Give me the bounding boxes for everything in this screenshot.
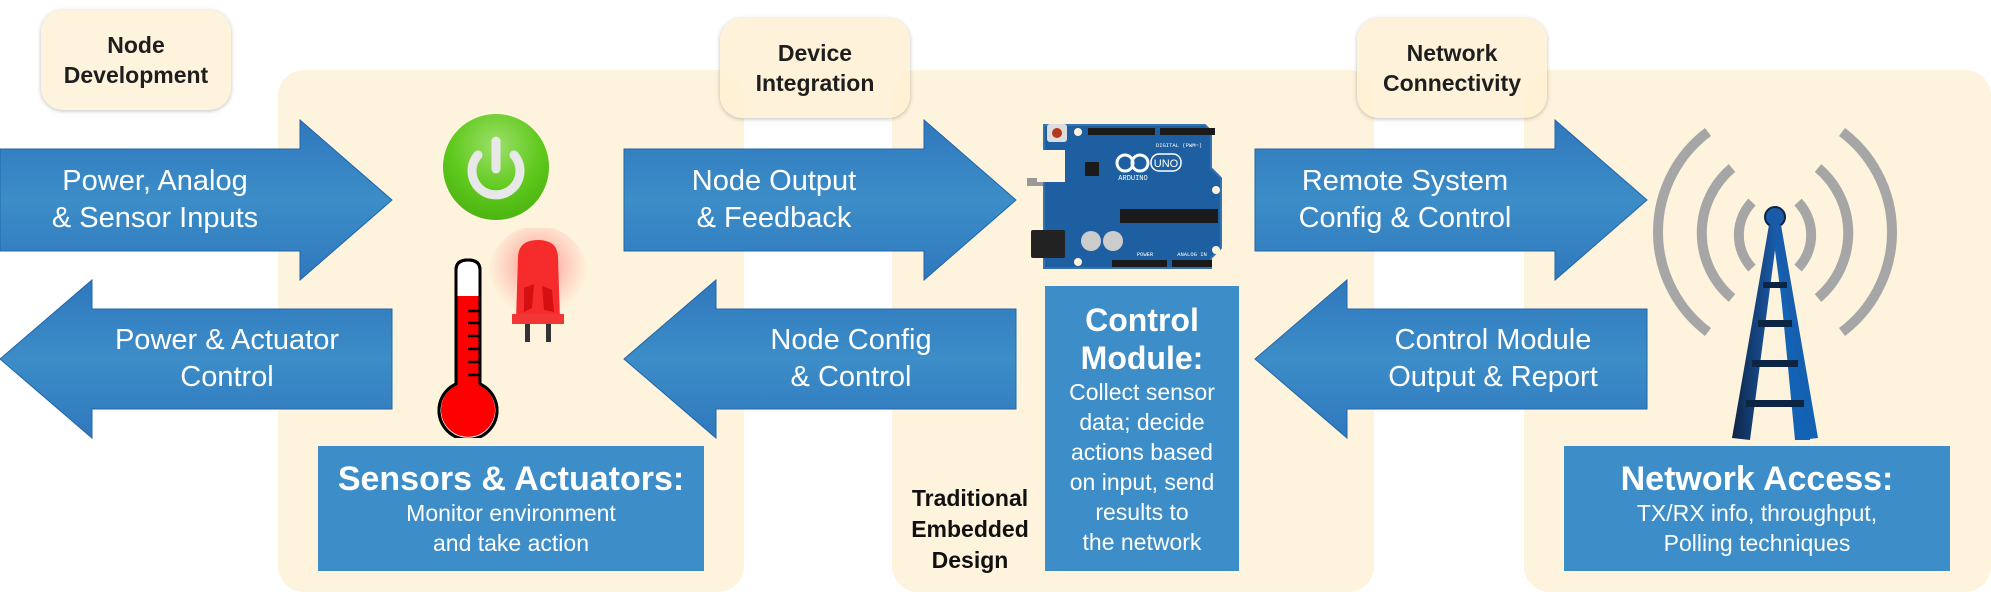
arrow-label: Node Output & Feedback <box>691 165 857 234</box>
infobox-description: TX/RX info, throughput, Polling techniqu… <box>1636 499 1878 556</box>
arduino-power-text: POWER <box>1137 251 1154 258</box>
arrow-label: Node Config & Control <box>770 324 932 393</box>
infobox-title: Control Module: <box>1080 301 1204 376</box>
arduino-model-text: UNO <box>1154 158 1179 170</box>
traditional-embedded-design-caption: Traditional Embedded Design <box>911 485 1029 573</box>
infobox-title: Sensors & Actuators: <box>337 459 685 498</box>
radio-tower-icon <box>1650 120 1900 450</box>
arrow-label: Power, Analog & Sensor Inputs <box>51 165 259 234</box>
infobox-network-access: Network Access: TX/RX info, throughput, … <box>1564 446 1950 571</box>
infobox-control-module: Control Module: Collect sensor data; dec… <box>1045 286 1239 571</box>
arrow-remote-system-config-control: Remote System Config & Control <box>1254 118 1648 282</box>
arrow-power-actuator-control: Power & Actuator Control <box>0 278 393 440</box>
power-button-icon <box>442 113 550 221</box>
infobox-description: Collect sensor data; decide actions base… <box>1069 378 1215 555</box>
stage-tag-network-connectivity: Network Connectivity <box>1357 18 1547 118</box>
arrow-label: Control Module Output & Report <box>1388 324 1598 393</box>
arduino-digital-text: DIGITAL (PWM~) <box>1156 142 1202 149</box>
thermometer-icon <box>434 258 502 441</box>
red-led-icon <box>488 226 588 348</box>
arduino-brand-text: ARDUINO <box>1118 175 1147 183</box>
stage-tag-device-integration: Device Integration <box>720 18 910 118</box>
arrow-node-output-feedback: Node Output & Feedback <box>623 118 1017 282</box>
arrow-control-module-output-report: Control Module Output & Report <box>1254 278 1648 440</box>
arrow-power-analog-sensor-inputs: Power, Analog & Sensor Inputs <box>0 118 393 282</box>
arrow-node-config-control: Node Config & Control <box>623 278 1017 440</box>
arduino-analog-text: ANALOG IN <box>1177 251 1207 258</box>
arduino-uno-board-icon: UNO ARDUINO DIGITAL (PWM~) POWER ANALOG … <box>1027 120 1227 272</box>
infobox-title: Network Access: <box>1620 459 1894 498</box>
infobox-description: Monitor environment and take action <box>406 499 616 556</box>
stage-tag-node-development: Node Development <box>41 10 231 110</box>
arrow-label: Remote System Config & Control <box>1298 165 1512 234</box>
arrow-label: Power & Actuator Control <box>114 324 340 393</box>
infobox-sensors-actuators: Sensors & Actuators: Monitor environment… <box>318 446 704 571</box>
